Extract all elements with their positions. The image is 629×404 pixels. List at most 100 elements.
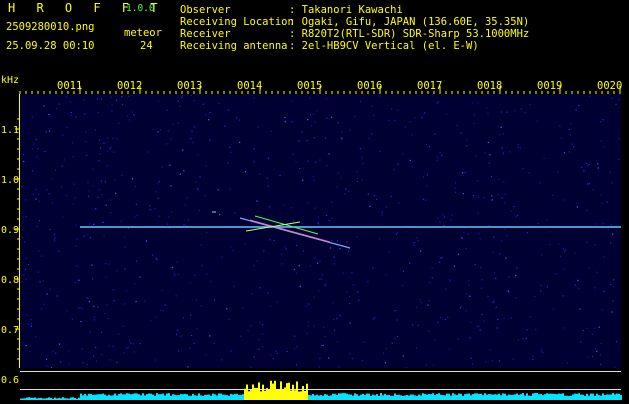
noise-speck bbox=[460, 305, 462, 307]
noise-speck bbox=[73, 183, 75, 185]
noise-speck bbox=[267, 185, 269, 187]
noise-speck bbox=[415, 347, 418, 349]
level-bar bbox=[402, 395, 404, 400]
noise-speck bbox=[522, 167, 524, 170]
level-bar bbox=[386, 395, 388, 400]
level-bar bbox=[94, 394, 96, 400]
noise-speck bbox=[500, 111, 503, 113]
noise-speck bbox=[27, 264, 30, 266]
noise-speck bbox=[469, 321, 472, 324]
level-bar bbox=[480, 393, 482, 400]
noise-speck bbox=[515, 216, 518, 218]
noise-speck bbox=[508, 291, 510, 293]
noise-speck bbox=[324, 137, 327, 139]
noise-speck bbox=[383, 352, 385, 354]
noise-speck bbox=[610, 224, 612, 226]
noise-speck bbox=[509, 151, 511, 153]
noise-speck bbox=[292, 153, 294, 156]
level-bar bbox=[436, 394, 438, 400]
noise-speck bbox=[109, 199, 112, 201]
noise-speck bbox=[376, 198, 378, 200]
noise-speck bbox=[125, 290, 128, 292]
noise-speck bbox=[70, 112, 72, 114]
noise-speck bbox=[313, 113, 315, 115]
noise-speck bbox=[341, 131, 343, 133]
level-bar bbox=[314, 395, 316, 400]
meteor-label: meteor bbox=[124, 27, 162, 39]
noise-speck bbox=[101, 222, 103, 224]
noise-speck bbox=[270, 130, 272, 133]
info-value-location: : Ogaki, Gifu, JAPAN (136.60E, 35.35N) bbox=[289, 16, 530, 28]
level-bar bbox=[620, 395, 622, 400]
level-bar bbox=[406, 395, 408, 400]
noise-speck bbox=[367, 193, 369, 195]
noise-speck bbox=[409, 159, 411, 161]
noise-speck bbox=[587, 356, 589, 358]
level-bar bbox=[420, 395, 422, 400]
noise-speck bbox=[30, 324, 32, 326]
level-bar bbox=[376, 394, 378, 400]
noise-speck bbox=[26, 314, 28, 316]
noise-speck bbox=[467, 280, 470, 282]
noise-speck bbox=[177, 329, 179, 331]
noise-speck bbox=[503, 181, 505, 183]
noise-speck bbox=[546, 219, 548, 221]
noise-speck bbox=[307, 202, 309, 204]
noise-speck bbox=[388, 251, 390, 253]
noise-speck bbox=[502, 133, 504, 135]
noise-speck bbox=[41, 255, 43, 257]
level-bar bbox=[580, 394, 582, 400]
level-bar bbox=[280, 381, 282, 400]
level-bar bbox=[212, 393, 214, 400]
noise-speck bbox=[95, 346, 97, 349]
level-bar bbox=[116, 395, 118, 400]
noise-speck bbox=[85, 140, 87, 142]
noise-speck bbox=[181, 97, 183, 99]
noise-speck bbox=[120, 220, 122, 223]
noise-speck bbox=[209, 335, 211, 337]
noise-speck bbox=[601, 202, 603, 204]
noise-speck bbox=[166, 143, 168, 145]
noise-speck bbox=[422, 176, 424, 178]
noise-speck bbox=[135, 260, 138, 262]
level-bar bbox=[616, 393, 618, 400]
x-tick-label: 0020 bbox=[597, 80, 622, 92]
noise-speck bbox=[565, 249, 567, 251]
noise-speck bbox=[95, 360, 97, 362]
noise-speck bbox=[92, 355, 95, 357]
noise-speck bbox=[525, 337, 527, 339]
noise-speck bbox=[189, 347, 191, 349]
noise-speck bbox=[371, 133, 373, 135]
noise-speck bbox=[356, 177, 359, 180]
noise-speck bbox=[437, 321, 439, 323]
noise-speck bbox=[37, 148, 39, 150]
noise-speck bbox=[513, 205, 515, 208]
noise-speck bbox=[74, 197, 76, 199]
level-bar bbox=[604, 394, 606, 400]
noise-speck bbox=[100, 147, 102, 149]
noise-speck bbox=[100, 180, 103, 182]
noise-speck bbox=[506, 235, 508, 237]
noise-speck bbox=[268, 157, 270, 159]
noise-speck bbox=[157, 182, 159, 184]
level-bar bbox=[618, 393, 620, 400]
noise-speck bbox=[133, 351, 135, 353]
level-bar bbox=[362, 393, 364, 400]
noise-speck bbox=[447, 317, 449, 319]
level-bar bbox=[184, 393, 186, 400]
level-bar bbox=[104, 394, 106, 400]
noise-speck bbox=[256, 260, 258, 262]
level-bar bbox=[408, 395, 410, 400]
noise-speck bbox=[536, 120, 538, 122]
noise-speck bbox=[489, 154, 491, 156]
noise-speck bbox=[591, 355, 594, 357]
noise-speck bbox=[348, 296, 351, 298]
noise-speck bbox=[25, 215, 27, 218]
noise-speck bbox=[425, 199, 427, 201]
level-bar bbox=[204, 394, 206, 400]
noise-speck bbox=[321, 274, 324, 276]
noise-speck bbox=[58, 103, 60, 105]
noise-speck bbox=[156, 259, 158, 261]
level-bar bbox=[148, 393, 150, 400]
level-bar bbox=[454, 394, 456, 400]
